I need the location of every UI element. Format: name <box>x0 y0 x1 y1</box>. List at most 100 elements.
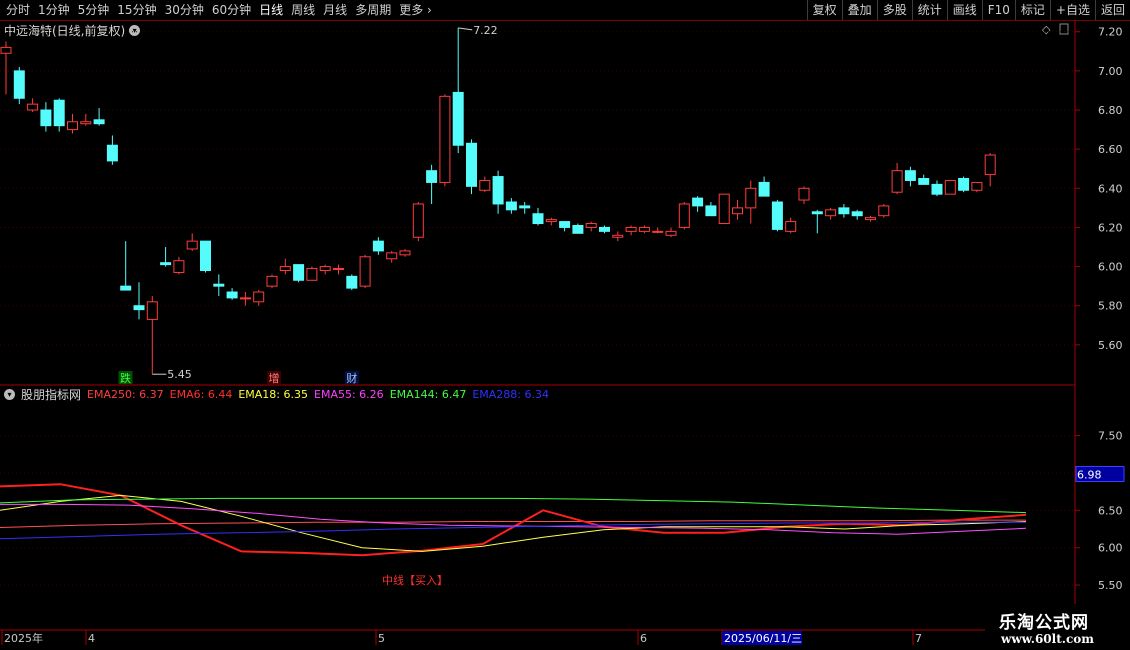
candle-up <box>67 121 78 131</box>
candle-down <box>133 305 145 311</box>
candle-up <box>359 256 371 287</box>
buy-annotation: 中线【买入】 <box>382 573 448 587</box>
candle-up <box>545 219 557 223</box>
candle-up <box>865 217 876 221</box>
candle-down <box>213 283 225 287</box>
candle-down <box>931 183 943 195</box>
candle-up <box>971 181 983 191</box>
candle-down <box>426 170 438 183</box>
x-tick-label: 7 <box>915 632 922 645</box>
event-marker: 跌 <box>120 371 131 385</box>
candle-up <box>984 154 996 176</box>
candle-down <box>599 226 610 232</box>
candle-up <box>186 240 198 250</box>
y-tick-label: 6.60 <box>1098 143 1123 156</box>
candle-up <box>253 291 265 303</box>
candle-up <box>732 207 743 215</box>
high-label: 7.22 <box>473 24 498 37</box>
candle-up <box>612 234 624 238</box>
candle-up <box>878 205 890 217</box>
candle-down <box>93 119 105 125</box>
watermark-title: 乐淘公式网 <box>999 613 1089 633</box>
candle-down <box>958 178 970 191</box>
candle-down <box>226 291 238 299</box>
watermark-url: www.60lt.com <box>1001 632 1094 646</box>
x-tick-label: 4 <box>88 632 95 645</box>
y-tick-label: 6.40 <box>1098 182 1123 195</box>
candle-up <box>439 95 451 183</box>
candle-up <box>0 46 12 54</box>
candle-down <box>771 201 783 230</box>
candle-up <box>27 103 39 111</box>
candle-up <box>798 187 810 201</box>
candle-up <box>678 203 690 228</box>
candle-up <box>333 268 344 271</box>
candle-down <box>811 211 823 215</box>
y-tick-label: 6.80 <box>1098 104 1123 117</box>
event-marker: 增 <box>269 371 280 385</box>
ema-line-ema6 <box>0 483 1027 557</box>
candle-down <box>904 170 916 181</box>
candle-down <box>372 240 384 252</box>
x-tick-label: 2025/06/11/三 <box>724 632 802 645</box>
y-tick-label: 5.80 <box>1098 300 1123 313</box>
x-tick-label: 6 <box>640 632 647 645</box>
y-tick-label: 7.20 <box>1098 26 1123 39</box>
candle-up <box>412 203 424 238</box>
candle-up <box>386 252 398 260</box>
candle-up <box>239 297 251 300</box>
candle-up <box>146 301 158 320</box>
candle-up <box>306 268 318 281</box>
candle-up <box>266 275 278 287</box>
candle-down <box>160 262 172 266</box>
candle-down <box>532 213 544 225</box>
candle-down <box>838 207 850 215</box>
candle-up <box>944 179 956 195</box>
y-tick-label: 6.20 <box>1098 221 1123 234</box>
kline-chart[interactable]: 7.20 7.00 6.80 6.60 6.40 6.20 6.00 5.80 5.60 7.50… <box>0 0 1130 650</box>
candle-up <box>785 221 797 232</box>
candle-down <box>572 224 584 234</box>
current-value-label: 6.98 <box>1077 468 1102 481</box>
candle-down <box>53 99 65 127</box>
watermark-logo: 乐淘公式网 www.60lt.com <box>985 604 1130 650</box>
candle-down <box>692 197 704 207</box>
candle-down <box>758 181 770 197</box>
y-tick-label: 6.00 <box>1098 542 1123 555</box>
candle-down <box>120 285 132 291</box>
candle-up <box>173 260 185 273</box>
candle-down <box>705 205 717 217</box>
candle-down <box>293 264 305 281</box>
candle-up <box>319 266 331 271</box>
event-marker: 财 <box>346 371 357 385</box>
candle-up <box>399 250 411 256</box>
candle-down <box>40 109 52 127</box>
candle-up <box>585 223 597 228</box>
y-tick-label: 6.00 <box>1098 261 1123 274</box>
ema-line-ema55 <box>0 503 1027 535</box>
candle-down <box>851 211 863 217</box>
candle-down <box>452 91 464 146</box>
candle-up <box>718 193 730 225</box>
high-leader <box>458 27 473 31</box>
y-tick-label: 5.50 <box>1098 579 1123 592</box>
candle-up <box>825 209 837 217</box>
y-tick-label: 7.50 <box>1098 430 1123 443</box>
candle-up <box>625 226 637 232</box>
candle-down <box>200 240 211 271</box>
y-tick-label: 5.60 <box>1098 339 1123 352</box>
candle-down <box>918 178 930 185</box>
candle-up <box>891 170 903 193</box>
candle-down <box>505 201 517 211</box>
candle-down <box>492 176 504 205</box>
y-tick-label: 6.50 <box>1098 504 1123 517</box>
candle-up <box>279 266 291 271</box>
candle-up <box>638 226 650 232</box>
candle-up <box>745 187 757 209</box>
candle-down <box>559 221 571 228</box>
candle-down <box>466 142 477 187</box>
candle-up <box>479 179 491 191</box>
x-tick-label: 5 <box>378 632 385 645</box>
candle-down <box>346 275 358 289</box>
x-tick-label: 2025年 <box>4 631 43 645</box>
